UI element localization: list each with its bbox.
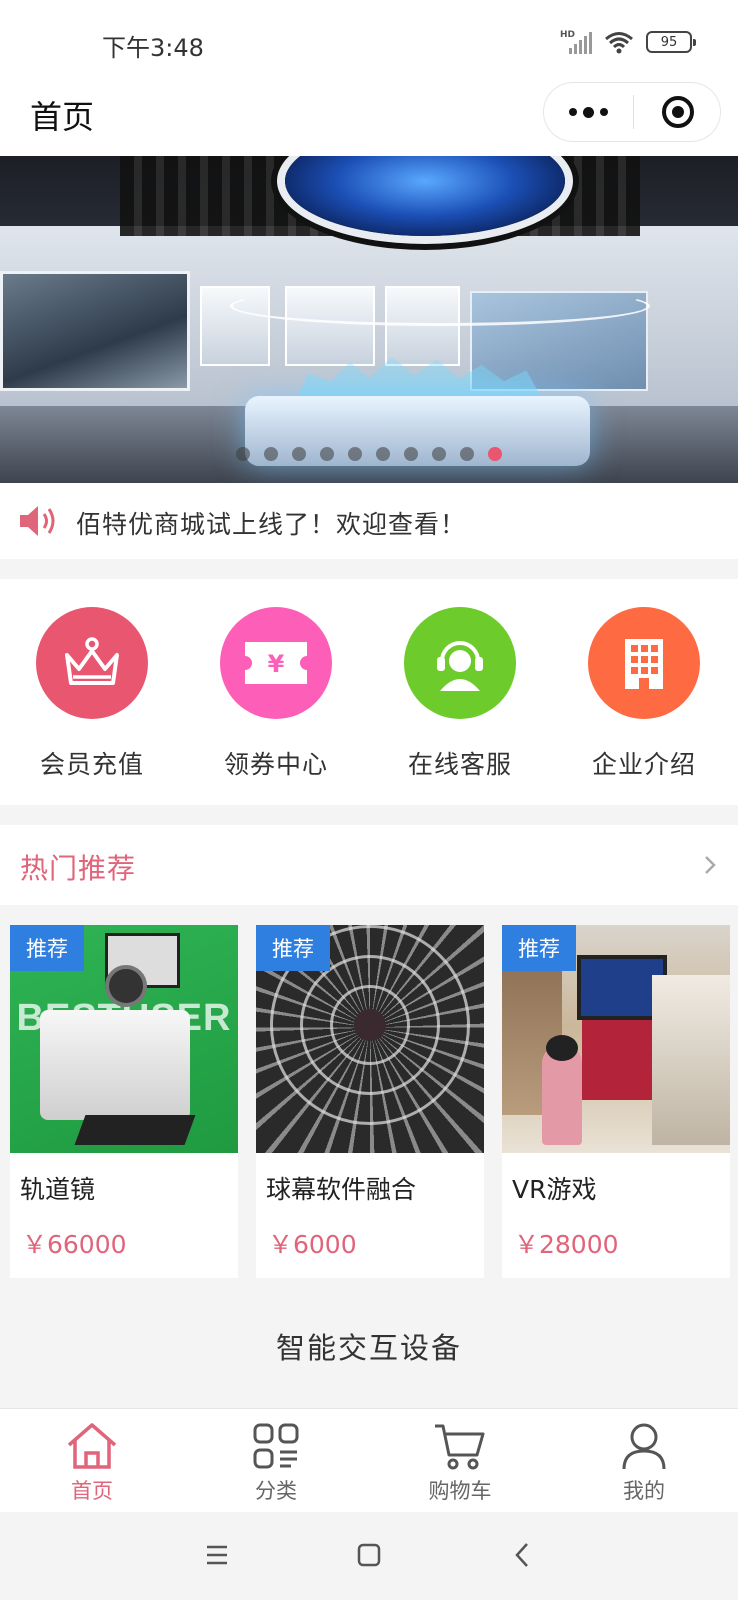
building-icon xyxy=(588,607,700,719)
quick-link-label: 在线客服 xyxy=(407,750,512,779)
section-title: 热门推荐 xyxy=(20,852,137,885)
quick-link-coupon-center[interactable]: ¥ 领券中心 xyxy=(184,607,368,781)
recommend-tag: 推荐 xyxy=(256,925,330,971)
cart-icon xyxy=(435,1424,485,1470)
banner-carousel[interactable] xyxy=(0,156,738,483)
target-close-icon xyxy=(662,96,694,128)
product-name: 球幕软件融合 xyxy=(266,1175,417,1204)
carousel-indicator xyxy=(0,447,738,461)
notice-bar[interactable]: 佰特优商城试上线了！欢迎查看！ xyxy=(0,483,738,559)
hot-recommend-header[interactable]: 热门推荐 xyxy=(0,825,738,905)
tab-label: 我的 xyxy=(623,1479,665,1503)
page-title: 首页 xyxy=(30,98,95,136)
speaker-icon xyxy=(20,506,55,536)
status-bar: 下午3:48 HD 95 xyxy=(0,0,738,80)
quick-links: 会员充值 ¥ 领券中心 在线客服 企业介绍 xyxy=(0,579,738,805)
product-card[interactable]: 推荐 球幕软件融合 ￥6000 xyxy=(256,925,484,1278)
product-price: ￥66000 xyxy=(22,1230,127,1259)
carousel-dot[interactable] xyxy=(348,447,362,461)
system-navigation-bar xyxy=(0,1512,738,1600)
product-card[interactable]: 推荐 VR游戏 ￥28000 xyxy=(502,925,730,1278)
customer-service-icon xyxy=(404,607,516,719)
product-name: VR游戏 xyxy=(512,1175,597,1204)
status-icons: HD 95 xyxy=(560,30,696,54)
cellular-signal-icon: HD xyxy=(560,30,592,54)
home-icon xyxy=(67,1423,117,1469)
wifi-icon xyxy=(605,32,633,54)
carousel-dot[interactable] xyxy=(236,447,250,461)
more-dots-icon xyxy=(569,108,577,116)
recommend-tag: 推荐 xyxy=(10,925,84,971)
category-title: 智能交互设备 xyxy=(275,1331,462,1365)
quick-link-company-intro[interactable]: 企业介绍 xyxy=(552,607,736,781)
tab-label: 首页 xyxy=(71,1479,113,1503)
mini-program-capsule xyxy=(543,82,721,142)
product-name: 轨道镜 xyxy=(20,1175,96,1204)
tab-category[interactable]: 分类 xyxy=(184,1421,368,1505)
tab-me[interactable]: 我的 xyxy=(552,1421,736,1505)
carousel-dot[interactable] xyxy=(264,447,278,461)
svg-text:¥: ¥ xyxy=(268,650,285,678)
close-mini-program-button[interactable] xyxy=(634,83,722,141)
carousel-dot[interactable] xyxy=(292,447,306,461)
coupon-icon: ¥ xyxy=(220,607,332,719)
navigation-bar: 首页 xyxy=(0,80,738,156)
battery-level: 95 xyxy=(660,34,678,50)
category-icon xyxy=(253,1423,299,1469)
carousel-dot[interactable] xyxy=(488,447,502,461)
status-time: 下午3:48 xyxy=(102,34,204,62)
carousel-dot[interactable] xyxy=(320,447,334,461)
quick-link-online-service[interactable]: 在线客服 xyxy=(368,607,552,781)
battery-indicator: 95 xyxy=(646,31,696,53)
home-square-icon[interactable] xyxy=(354,1540,384,1570)
carousel-dot[interactable] xyxy=(376,447,390,461)
banner-screen xyxy=(0,271,190,391)
tab-home[interactable]: 首页 xyxy=(0,1421,184,1505)
bottom-tab-bar: 首页 分类 购物车 我的 xyxy=(0,1408,738,1512)
quick-link-label: 领券中心 xyxy=(223,750,328,779)
carousel-dot[interactable] xyxy=(404,447,418,461)
tab-cart[interactable]: 购物车 xyxy=(368,1421,552,1505)
quick-link-member-recharge[interactable]: 会员充值 xyxy=(0,607,184,781)
user-icon xyxy=(622,1423,666,1470)
product-price: ￥28000 xyxy=(514,1230,619,1259)
tab-label: 购物车 xyxy=(428,1479,492,1503)
product-price: ￥6000 xyxy=(268,1230,357,1259)
menu-icon[interactable] xyxy=(202,1540,232,1570)
quick-link-label: 会员充值 xyxy=(39,750,144,779)
carousel-dot[interactable] xyxy=(460,447,474,461)
quick-link-label: 企业介绍 xyxy=(591,750,696,779)
product-card[interactable]: BESTUSER 推荐 轨道镜 ￥66000 xyxy=(10,925,238,1278)
notice-text: 佰特优商城试上线了！欢迎查看！ xyxy=(76,510,467,539)
more-menu-button[interactable] xyxy=(544,83,633,141)
crown-icon xyxy=(36,607,148,719)
tab-label: 分类 xyxy=(255,1479,297,1503)
recommend-tag: 推荐 xyxy=(502,925,576,971)
chevron-right-icon xyxy=(705,856,716,874)
back-icon[interactable] xyxy=(508,1540,538,1570)
carousel-dot[interactable] xyxy=(432,447,446,461)
